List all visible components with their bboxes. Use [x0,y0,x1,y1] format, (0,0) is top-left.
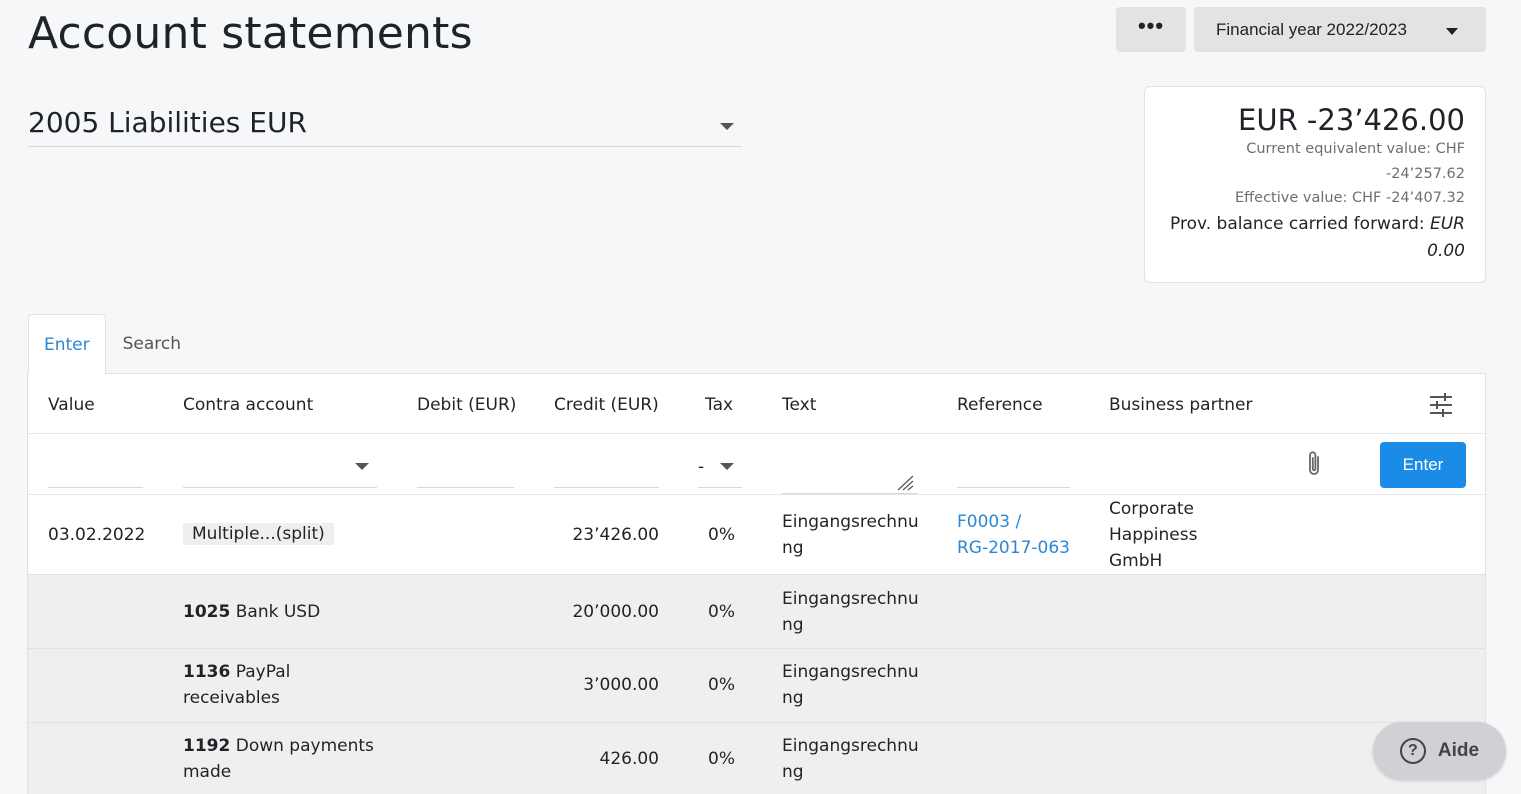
financial-year-label: Financial year 2022/2023 [1216,19,1407,39]
split-contra-account: 1136 PayPal receivables [183,659,290,711]
split-credit: 20’000.00 [572,602,659,622]
page-title: Account statements [28,8,473,59]
split-chip[interactable]: Multiple...(split) [183,523,334,545]
split-tax: 0% [708,749,735,769]
table-row[interactable]: 03.02.2022 Multiple...(split) 23’426.00 … [28,495,1485,575]
split-account-name-line2: receivables [183,688,280,708]
table-header: Value Contra account Debit (EUR) Credit … [28,374,1485,434]
prov-balance-currency: EUR [1430,213,1465,234]
split-account-name-line2: made [183,762,232,782]
split-credit: 3’000.00 [583,675,659,695]
tax-select[interactable]: - [698,434,742,488]
row-partner-line3: GmbH [1109,551,1163,571]
row-contra-account[interactable]: Multiple...(split) [183,521,334,547]
column-header-reference[interactable]: Reference [957,395,1043,415]
current-equivalent-line1: Current equivalent value: CHF [1246,141,1465,157]
balance-main: EUR -23’426.00 [1238,103,1465,137]
tax-select-value: - [698,457,705,477]
reference-input[interactable] [957,434,1070,488]
effective-value: Effective value: CHF -24’407.32 [1235,190,1465,206]
split-text-line1: Eingangsrechnu [782,736,919,756]
row-text-line1: Eingangsrechnu [782,512,919,532]
balance-card: EUR -23’426.00 Current equivalent value:… [1144,86,1486,283]
row-partner-line1: Corporate [1109,499,1194,519]
row-reference-link[interactable]: F0003 / RG-2017-063 [957,509,1070,561]
split-contra-account: 1025 Bank USD [183,599,320,625]
column-header-tax[interactable]: Tax [705,395,733,415]
credit-field[interactable] [554,434,659,487]
split-credit: 426.00 [599,749,659,769]
split-row[interactable]: 1192 Down payments made 426.00 0% Eingan… [28,723,1485,794]
row-text: Eingangsrechnu ng [782,509,919,561]
column-header-value[interactable]: Value [48,395,95,415]
row-partner-line2: Happiness [1109,525,1198,545]
tab-bar: Enter Search [28,314,196,374]
split-row[interactable]: 1025 Bank USD 20’000.00 0% Eingangsrechn… [28,575,1485,649]
debit-input[interactable] [417,434,514,488]
current-equivalent-line2: -24’257.62 [1385,165,1465,182]
row-value-date: 03.02.2022 [48,525,146,545]
split-tax: 0% [708,602,735,622]
split-text: Eingangsrechnu ng [782,586,919,638]
chevron-down-icon [1446,28,1458,35]
column-header-debit[interactable]: Debit (EUR) [417,395,516,415]
split-text-line2: ng [782,615,804,635]
reference-field[interactable] [957,434,1070,487]
split-text-line2: ng [782,688,804,708]
prov-balance-label: Prov. balance carried forward: [1170,213,1425,234]
credit-input[interactable] [554,434,659,488]
split-account-code: 1136 [183,662,231,682]
resize-handle-icon[interactable] [896,475,914,491]
column-header-text[interactable]: Text [782,395,816,415]
split-text: Eingangsrechnu ng [782,733,919,785]
row-tax: 0% [708,525,735,545]
value-date-field[interactable] [48,434,143,487]
split-text-line2: ng [782,762,804,782]
debit-field[interactable] [417,434,514,487]
tab-enter[interactable]: Enter [28,314,106,374]
paperclip-icon[interactable] [1302,449,1326,479]
help-label: Aide [1437,740,1480,761]
account-select[interactable]: 2005 Liabilities EUR [28,106,742,147]
split-tax: 0% [708,675,735,695]
text-input[interactable] [782,434,918,494]
prov-balance-amount-line: 0.00 [1165,238,1465,265]
bookings-table: Value Contra account Debit (EUR) Credit … [27,373,1486,794]
split-contra-account: 1192 Down payments made [183,733,374,785]
column-header-credit[interactable]: Credit (EUR) [554,395,659,415]
row-credit: 23’426.00 [572,525,659,545]
enter-button[interactable]: Enter [1380,442,1466,488]
row-business-partner: Corporate Happiness GmbH [1109,496,1197,574]
split-account-name: Down payments [235,736,374,756]
more-dots-icon: ••• [1137,12,1165,38]
prov-balance-amount: 0.00 [1427,240,1465,261]
more-options-button[interactable]: ••• [1116,7,1186,52]
split-account-name: Bank USD [235,602,321,622]
split-text-line1: Eingangsrechnu [782,589,919,609]
account-select-value: 2005 Liabilities EUR [28,106,307,139]
value-date-input[interactable] [48,434,143,488]
split-account-name: PayPal [235,662,291,682]
split-text: Eingangsrechnu ng [782,659,919,711]
tab-search[interactable]: Search [106,314,196,374]
chevron-down-icon [720,123,734,130]
row-text-line2: ng [782,538,804,558]
financial-year-dropdown[interactable]: Financial year 2022/2023 [1194,7,1486,52]
help-question-icon: ? [1399,738,1426,764]
split-text-line1: Eingangsrechnu [782,662,919,682]
split-account-code: 1025 [183,602,231,622]
chevron-down-icon [355,463,369,470]
entry-row: - Enter [28,434,1485,495]
split-account-code: 1192 [183,736,231,756]
column-header-business-partner[interactable]: Business partner [1109,395,1252,415]
column-settings-icon[interactable] [1428,393,1454,417]
chevron-down-icon [720,463,734,470]
column-header-contra-account[interactable]: Contra account [183,395,313,415]
prov-balance: Prov. balance carried forward: EUR [1165,211,1465,238]
row-reference-line1[interactable]: F0003 / [957,512,1021,532]
help-button[interactable]: ? Aide [1373,722,1506,780]
row-reference-line2[interactable]: RG-2017-063 [957,538,1070,558]
contra-account-select[interactable] [183,434,377,488]
split-row[interactable]: 1136 PayPal receivables 3’000.00 0% Eing… [28,649,1485,723]
